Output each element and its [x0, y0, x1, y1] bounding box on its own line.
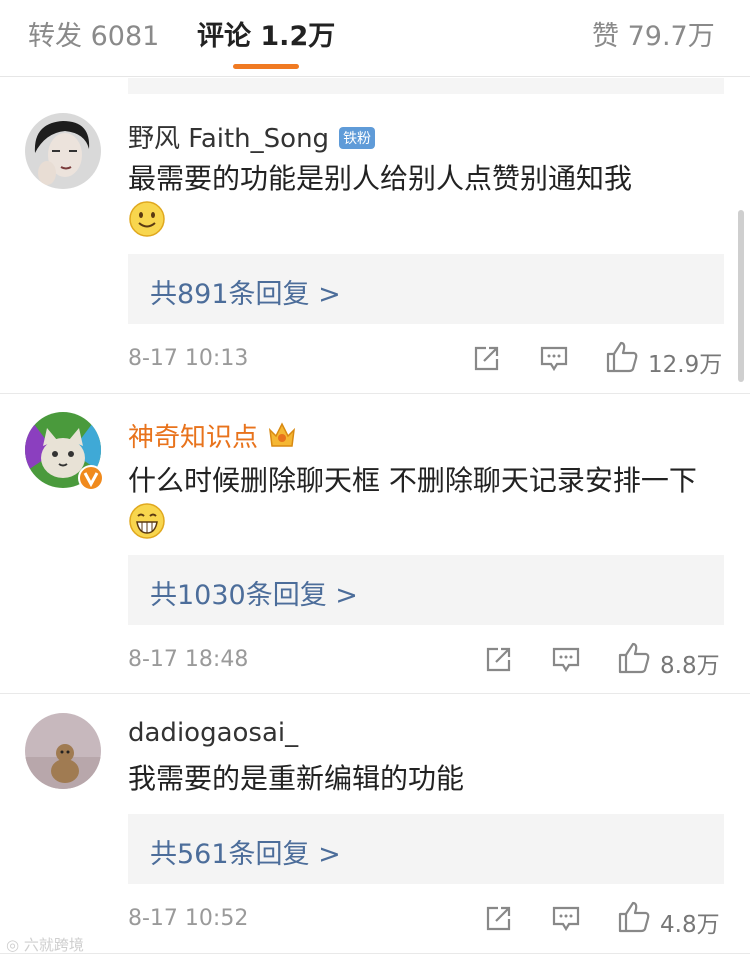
username-text: dadiogaosai_ — [128, 718, 299, 748]
avatar[interactable] — [25, 113, 101, 189]
avatar-photo — [25, 113, 101, 189]
comment-tabs: 转发 6081 评论 1.2万 赞 79.7万 — [0, 0, 750, 77]
comment-text-body: 什么时候删除聊天框 不删除聊天记录安排一下 — [128, 464, 697, 497]
comment-divider — [0, 393, 750, 394]
comment-icon[interactable] — [551, 903, 581, 933]
watermark-logo-icon: ◎ — [6, 936, 24, 954]
username[interactable]: dadiogaosai_ — [128, 718, 298, 748]
comment-icon[interactable] — [539, 343, 569, 373]
avatar[interactable] — [25, 713, 101, 789]
share-icon[interactable] — [484, 903, 514, 933]
tab-comments[interactable]: 评论 1.2万 — [197, 14, 335, 53]
watermark: ◎ 六就跨境 — [6, 934, 84, 955]
like-count: 8.8万 — [660, 653, 720, 679]
crown-fan-badge-icon — [266, 420, 298, 457]
comment-icon[interactable] — [551, 644, 581, 674]
replies-link[interactable]: 共561条回复 > — [150, 832, 341, 871]
tab-reposts[interactable]: 转发 6081 — [28, 14, 159, 53]
comment-text: 我需要的是重新编辑的功能 — [128, 758, 728, 800]
replies-link[interactable]: 共1030条回复 > — [150, 573, 358, 612]
watermark-text: 六就跨境 — [23, 936, 84, 954]
verified-v-icon — [78, 465, 104, 491]
comment-time: 8-17 10:52 — [128, 906, 249, 931]
comment-time: 8-17 18:48 — [128, 647, 249, 672]
username[interactable]: 野风 Faith_Song 铁粉 — [128, 118, 376, 155]
comment-text: 最需要的功能是别人给别人点赞别通知我 — [128, 158, 728, 250]
thumbs-up-icon[interactable] — [617, 900, 651, 934]
comment-divider — [0, 693, 750, 694]
username[interactable]: 神奇知识点 — [128, 417, 298, 457]
username-text: 神奇知识点 — [128, 423, 259, 453]
comment-text-body: 我需要的是重新编辑的功能 — [128, 762, 465, 795]
thumbs-up-icon[interactable] — [605, 340, 639, 374]
previous-reply-box-edge — [128, 78, 724, 94]
replies-link-box[interactable]: 共1030条回复 > — [128, 555, 724, 625]
like-count: 4.8万 — [660, 912, 720, 938]
avatar-photo — [25, 713, 101, 789]
username-text: 野风 Faith_Song — [128, 124, 330, 154]
replies-link[interactable]: 共891条回复 > — [150, 272, 341, 311]
scrollbar[interactable] — [738, 210, 744, 382]
thumbs-up-icon[interactable] — [617, 641, 651, 675]
tab-likes[interactable]: 赞 79.7万 — [592, 14, 715, 53]
comment-text-body: 最需要的功能是别人给别人点赞别通知我 — [128, 162, 633, 195]
replies-link-box[interactable]: 共891条回复 > — [128, 254, 724, 324]
comment-divider — [0, 953, 750, 954]
comment-time: 8-17 10:13 — [128, 346, 249, 371]
iron-fan-badge: 铁粉 — [339, 127, 376, 149]
share-icon[interactable] — [484, 644, 514, 674]
grin-emoji-icon — [128, 502, 166, 552]
active-tab-indicator — [233, 64, 299, 69]
comment-text: 什么时候删除聊天框 不删除聊天记录安排一下 — [128, 460, 728, 552]
smile-emoji-icon — [128, 200, 166, 250]
replies-link-box[interactable]: 共561条回复 > — [128, 814, 724, 884]
share-icon[interactable] — [472, 343, 502, 373]
like-count: 12.9万 — [648, 352, 723, 378]
